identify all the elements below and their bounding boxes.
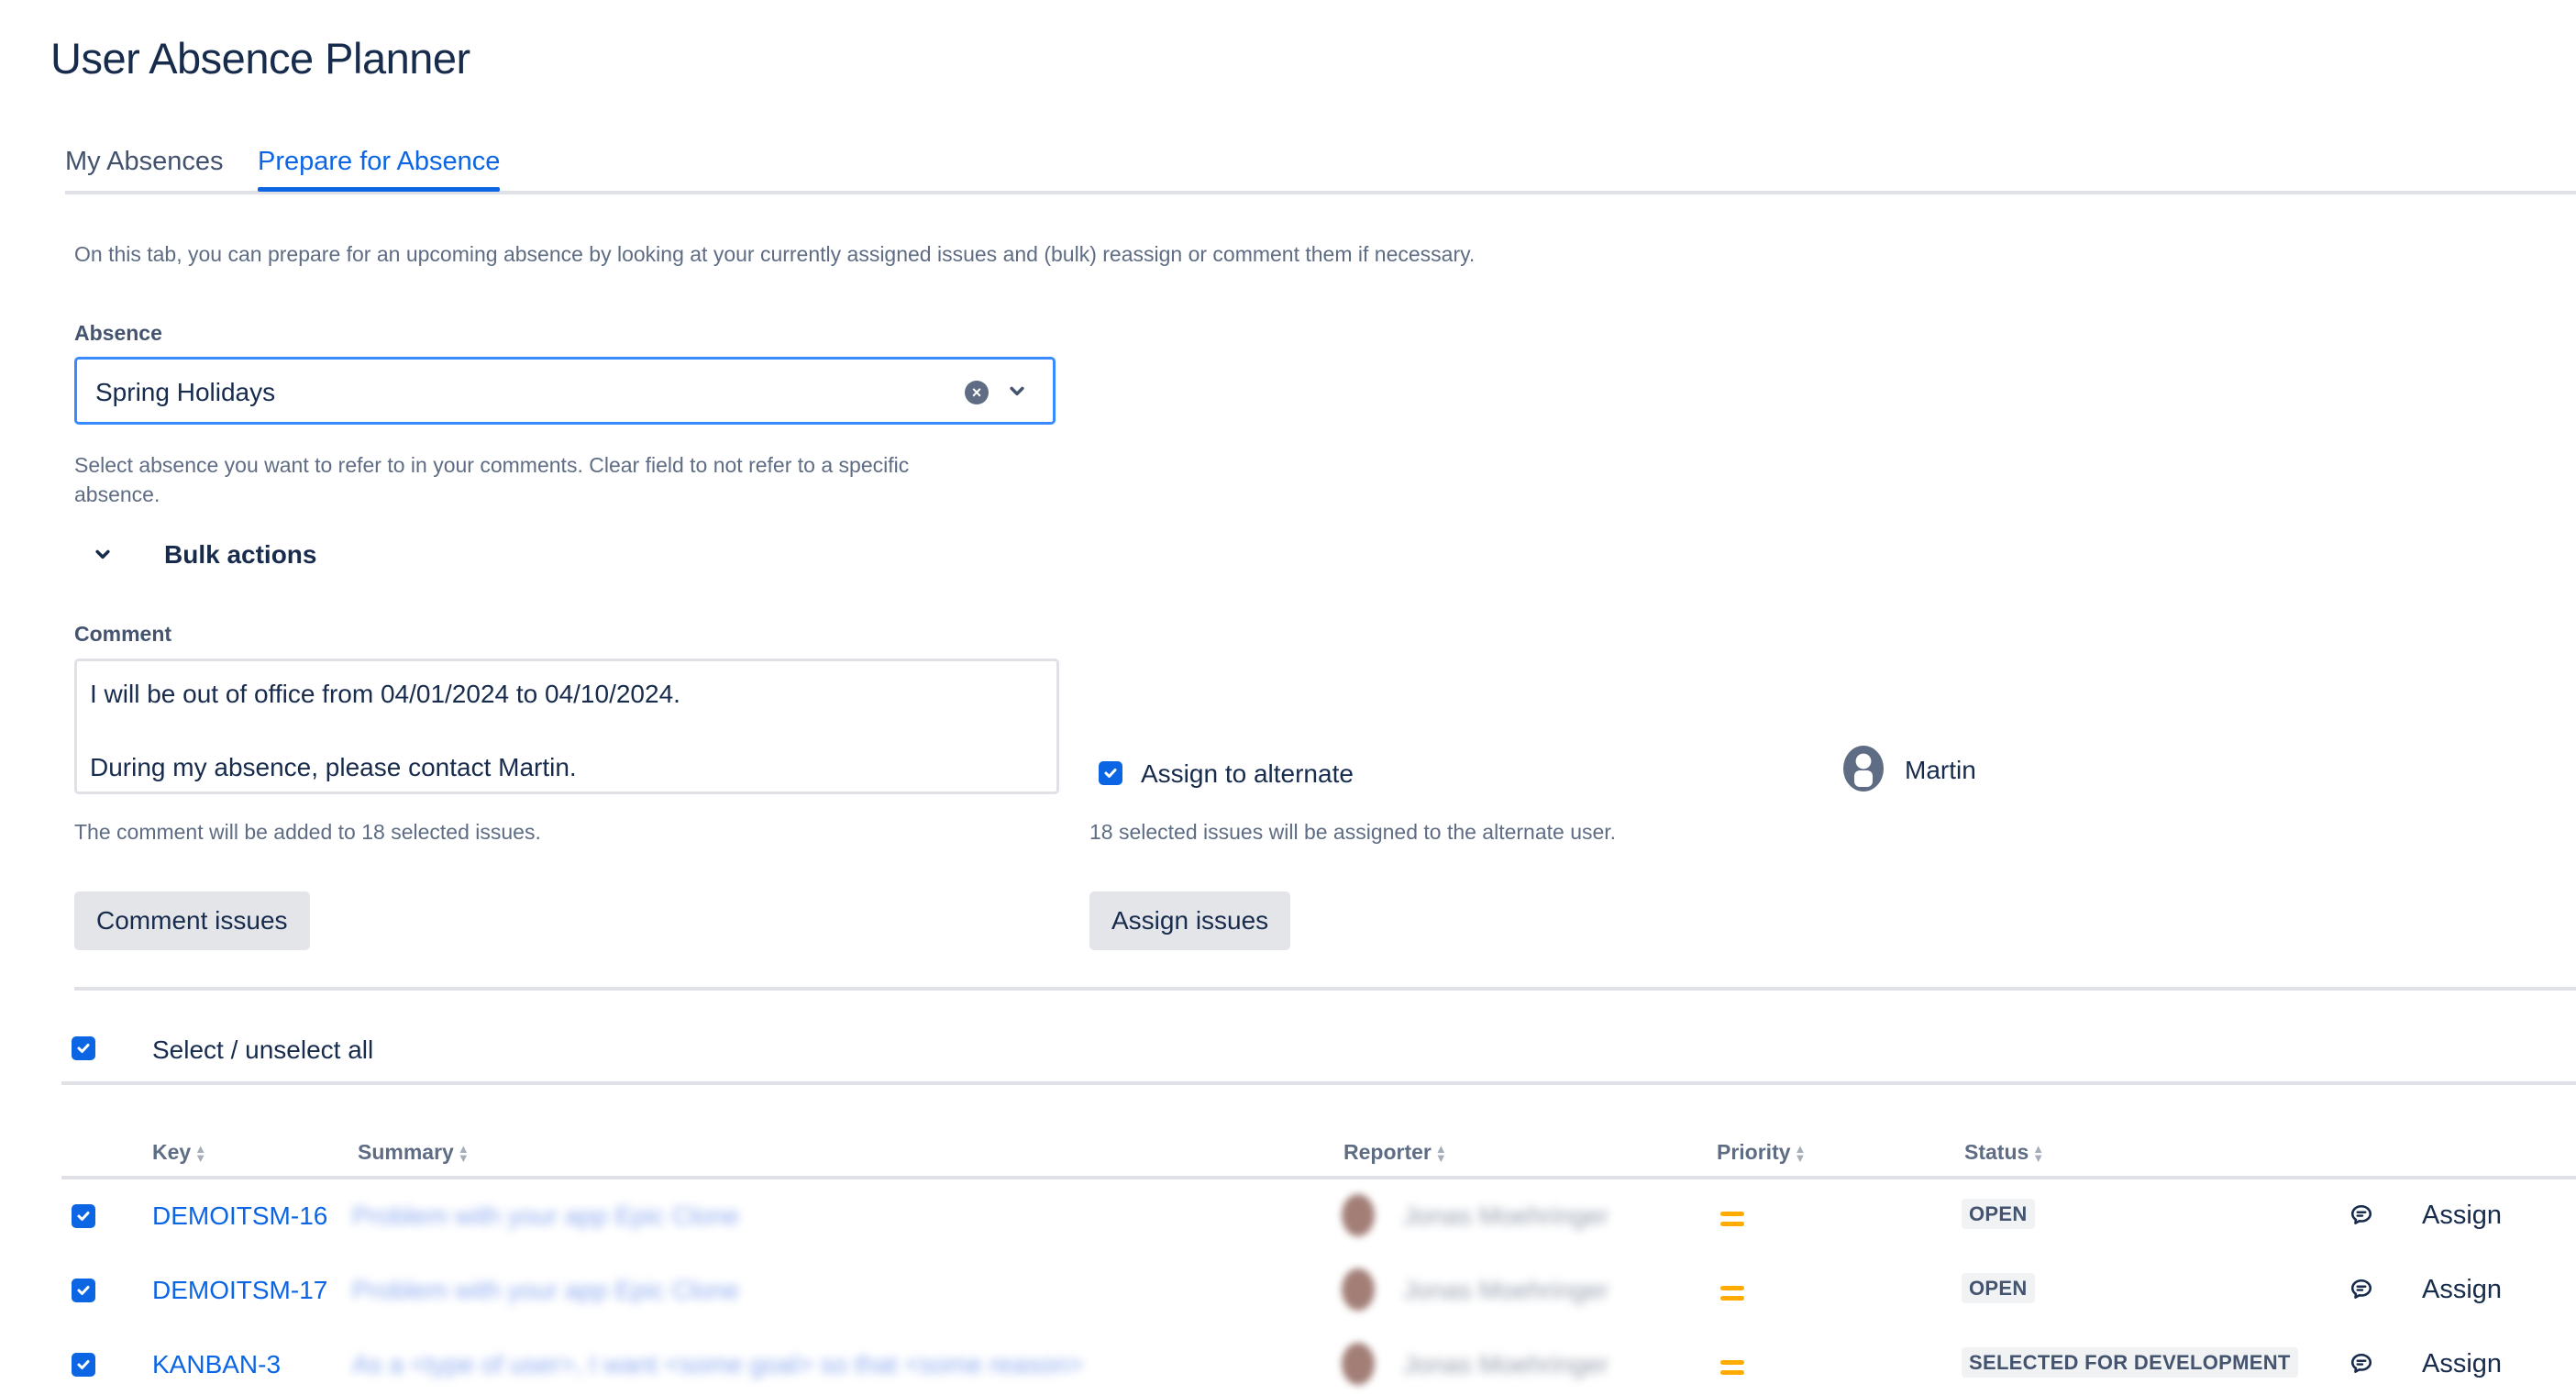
issue-key-link[interactable]: DEMOITSM-16 (152, 1201, 327, 1231)
column-header-priority[interactable]: Priority ▲ ▼ (1717, 1140, 1806, 1165)
assign-link[interactable]: Assign (2422, 1201, 2502, 1231)
comment-icon[interactable] (2349, 1278, 2373, 1301)
sort-icon: ▲ ▼ (2032, 1141, 2045, 1165)
absence-select[interactable]: Spring Holidays × (74, 357, 1056, 425)
status-badge: SELECTED FOR DEVELOPMENT (1962, 1347, 2298, 1378)
select-all-label: Select / unselect all (152, 1035, 374, 1064)
absence-helper-line1: Select absence you want to refer to in y… (74, 453, 910, 477)
status-cell: SELECTED FOR DEVELOPMENT (1962, 1347, 2298, 1378)
reporter-name: Jonas Moehringer (1403, 1276, 1609, 1304)
user-avatar-icon (1843, 746, 1884, 792)
row-checkbox[interactable] (72, 1279, 95, 1302)
priority-medium-icon (1720, 1212, 1744, 1232)
absence-label: Absence (74, 321, 162, 345)
issue-key-link[interactable]: DEMOITSM-17 (152, 1276, 327, 1305)
bulk-actions-toggle[interactable]: Bulk actions (164, 540, 316, 570)
sort-icon: ▲ ▼ (194, 1141, 207, 1165)
issue-summary[interactable]: As a <type of user>, I want <some goal> … (352, 1350, 1083, 1379)
tab-description: On this tab, you can prepare for an upco… (74, 242, 1476, 266)
comment-icon[interactable] (2349, 1203, 2373, 1227)
status-cell: OPEN (1962, 1273, 2035, 1303)
reporter-name: Jonas Moehringer (1403, 1201, 1609, 1230)
comment-label: Comment (74, 622, 172, 646)
column-header-summary[interactable]: Summary ▲ ▼ (358, 1140, 470, 1165)
tab-my-absences[interactable]: My Absences (65, 147, 223, 177)
clear-circle-icon[interactable]: × (965, 381, 989, 404)
sort-icon: ▲ ▼ (457, 1141, 470, 1165)
status-badge: OPEN (1962, 1199, 2035, 1229)
column-header-reporter-label: Reporter (1343, 1140, 1432, 1164)
row-checkbox[interactable] (72, 1353, 95, 1377)
column-header-status[interactable]: Status ▲ ▼ (1964, 1140, 2044, 1165)
reporter-name: Jonas Moehringer (1403, 1350, 1609, 1378)
column-header-summary-label: Summary (358, 1140, 454, 1164)
status-badge: OPEN (1962, 1273, 2035, 1303)
check-icon (1104, 769, 1117, 778)
column-header-reporter[interactable]: Reporter ▲ ▼ (1343, 1140, 1447, 1165)
assign-link[interactable]: Assign (2422, 1349, 2502, 1379)
comment-icon[interactable] (2349, 1352, 2373, 1376)
section-divider (74, 987, 2576, 991)
check-icon (77, 1286, 90, 1295)
sort-icon: ▲ ▼ (1794, 1141, 1807, 1165)
reporter-avatar (1342, 1268, 1375, 1311)
assign-helper: 18 selected issues will be assigned to t… (1089, 820, 1617, 844)
page-title: User Absence Planner (50, 34, 470, 83)
select-all-checkbox[interactable] (72, 1036, 95, 1060)
select-all-divider (61, 1081, 2576, 1085)
column-header-key-label: Key (152, 1140, 192, 1164)
bulk-actions-chevron-icon[interactable] (90, 542, 116, 568)
assign-issues-button[interactable]: Assign issues (1089, 891, 1291, 950)
tab-prepare-for-absence[interactable]: Prepare for Absence (258, 147, 501, 192)
issue-key-link[interactable]: KANBAN-3 (152, 1350, 281, 1379)
sort-icon: ▲ ▼ (1434, 1141, 1447, 1165)
check-icon (77, 1044, 90, 1053)
assign-to-alternate-label: Assign to alternate (1141, 759, 1354, 788)
absence-select-value: Spring Holidays (95, 378, 276, 406)
column-header-priority-label: Priority (1717, 1140, 1791, 1164)
alternate-user-name[interactable]: Martin (1905, 756, 1976, 785)
column-header-key[interactable]: Key ▲ ▼ (152, 1140, 206, 1165)
issue-summary[interactable]: Problem with your app Epic Clone (352, 1276, 739, 1305)
column-header-status-label: Status (1964, 1140, 2029, 1164)
check-icon (77, 1212, 90, 1221)
priority-medium-icon (1720, 1360, 1744, 1380)
table-header-divider (61, 1176, 2576, 1179)
tab-bar: My Absences Prepare for Absence (65, 147, 2576, 194)
comment-textarea[interactable]: I will be out of office from 04/01/2024 … (74, 659, 1059, 794)
status-cell: OPEN (1962, 1199, 2035, 1229)
assign-link[interactable]: Assign (2422, 1275, 2502, 1305)
absence-helper-line2: absence. (74, 482, 160, 506)
check-icon (77, 1360, 90, 1369)
row-checkbox[interactable] (72, 1204, 95, 1228)
comment-issues-button[interactable]: Comment issues (74, 891, 310, 950)
comment-helper: The comment will be added to 18 selected… (74, 820, 541, 844)
issue-summary[interactable]: Problem with your app Epic Clone (352, 1201, 739, 1231)
reporter-avatar (1342, 1194, 1375, 1236)
priority-medium-icon (1720, 1286, 1744, 1306)
chevron-down-icon[interactable] (1004, 379, 1030, 404)
reporter-avatar (1342, 1343, 1375, 1385)
assign-to-alternate-checkbox[interactable] (1099, 761, 1122, 785)
